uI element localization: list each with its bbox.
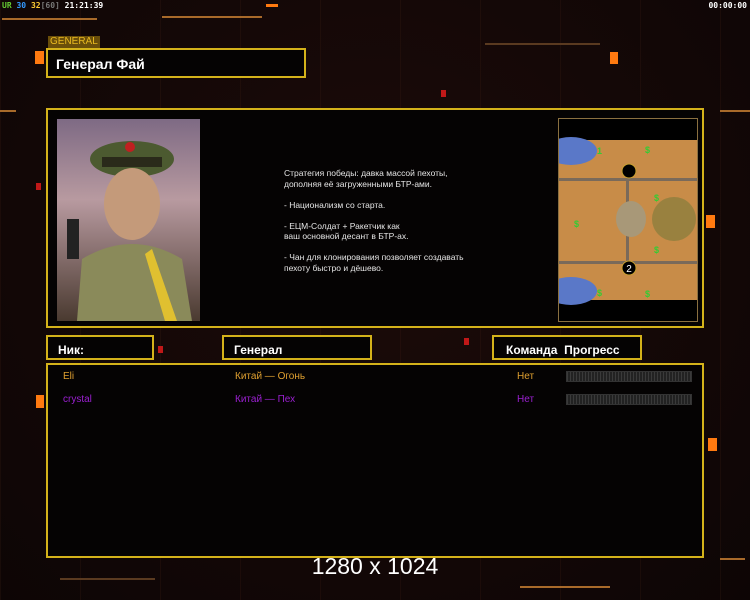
player-progress-bar bbox=[566, 394, 692, 405]
desc-line: пехоту быстро и дёшево. bbox=[284, 262, 384, 273]
player-general[interactable]: Китай — Пех bbox=[235, 394, 295, 405]
deco-line bbox=[485, 43, 600, 45]
hud-stats: UR 30 32[60] 21:21:39 bbox=[2, 1, 103, 10]
player-nick: crystal bbox=[63, 394, 92, 405]
map-supply: $ bbox=[574, 219, 579, 229]
deco-red bbox=[36, 183, 41, 190]
deco-block bbox=[706, 215, 715, 228]
map-preview[interactable]: 2 1 $ $ $ $ $ $ bbox=[545, 118, 698, 322]
resolution-label: 1280 x 1024 bbox=[311, 553, 439, 579]
map-player-2: 2 bbox=[626, 264, 632, 275]
deco-block bbox=[610, 52, 618, 64]
map-supply: $ bbox=[654, 193, 659, 203]
deco-block bbox=[36, 395, 44, 408]
map-player-1: 1 bbox=[597, 146, 602, 156]
column-team: Команда bbox=[506, 343, 558, 357]
desc-line: - Чан для клонирования позволяет создава… bbox=[284, 252, 464, 262]
desc-line bbox=[284, 189, 464, 200]
general-info-panel: Стратегия победы: давка массой пехоты, д… bbox=[46, 108, 704, 328]
desc-line bbox=[284, 242, 464, 253]
hud-n3: [60] bbox=[40, 1, 60, 10]
general-portrait bbox=[57, 119, 200, 321]
map-supply: $ bbox=[597, 288, 602, 298]
hud-clock: 21:21:39 bbox=[64, 1, 104, 10]
map-supply: $ bbox=[645, 289, 650, 299]
desc-line: - ЕЦМ-Солдат + Ракетчик как bbox=[284, 220, 400, 231]
column-team-progress[interactable]: Команда Прогресс bbox=[492, 335, 642, 360]
deco-line bbox=[720, 110, 750, 112]
deco-red bbox=[158, 346, 163, 353]
desc-line: дополняя её загруженными БТР-ами. bbox=[284, 178, 433, 189]
column-general[interactable]: Генерал bbox=[222, 335, 372, 360]
player-row[interactable]: crystal Китай — Пех Нет bbox=[48, 391, 702, 409]
hud-ur: UR bbox=[2, 1, 12, 10]
column-progress: Прогресс bbox=[564, 343, 620, 357]
player-nick: Eli bbox=[63, 371, 75, 382]
hud-timer: 00:00:00 bbox=[708, 1, 747, 10]
map-supply: $ bbox=[645, 145, 650, 155]
deco-line bbox=[0, 110, 16, 112]
deco-red bbox=[441, 90, 446, 97]
deco-block bbox=[35, 51, 44, 64]
general-description: Стратегия победы: давка массой пехоты, д… bbox=[284, 168, 464, 273]
deco-block bbox=[266, 4, 278, 7]
map-image: 2 1 $ $ $ $ $ $ bbox=[545, 137, 697, 305]
general-tag: GENERAL bbox=[48, 36, 100, 48]
player-progress-bar bbox=[566, 371, 692, 382]
player-team[interactable]: Нет bbox=[517, 371, 534, 382]
desc-line: Стратегия победы: давка массой пехоты, bbox=[284, 168, 448, 178]
hud-n2: 32 bbox=[30, 1, 41, 10]
deco-block bbox=[708, 438, 717, 451]
deco-red bbox=[464, 338, 469, 345]
deco-line bbox=[2, 18, 97, 20]
general-title: Генерал Фай bbox=[46, 48, 306, 78]
desc-line: - Национализм со старта. bbox=[284, 199, 386, 210]
deco-line bbox=[162, 16, 262, 18]
column-nick[interactable]: Ник: bbox=[46, 335, 154, 360]
player-row[interactable]: Eli Китай — Огонь Нет bbox=[48, 368, 702, 386]
portrait-image bbox=[67, 141, 192, 321]
deco-line bbox=[520, 586, 610, 588]
desc-line bbox=[284, 210, 464, 221]
desc-line: ваш основной десант в БТР-ах. bbox=[284, 231, 409, 241]
player-team[interactable]: Нет bbox=[517, 394, 534, 405]
players-list: Eli Китай — Огонь Нет crystal Китай — Пе… bbox=[46, 363, 704, 558]
hud-n1: 30 bbox=[16, 1, 27, 10]
player-general[interactable]: Китай — Огонь bbox=[235, 371, 305, 382]
map-supply: $ bbox=[654, 245, 659, 255]
